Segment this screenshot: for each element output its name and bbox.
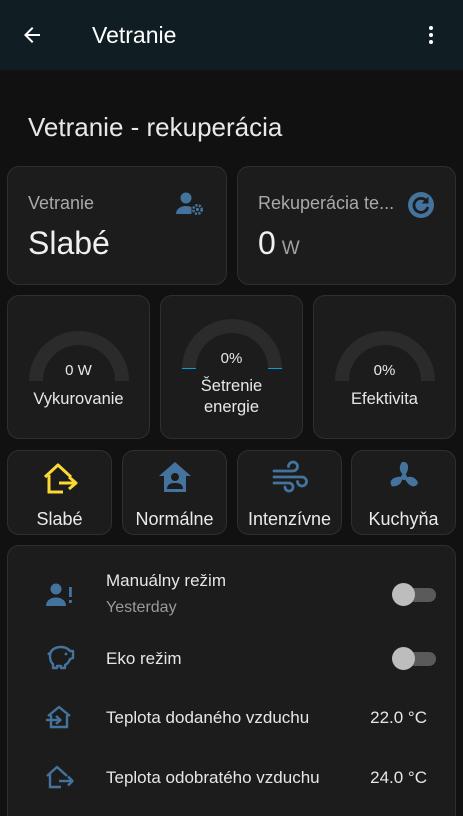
home-import-icon: [46, 705, 71, 729]
more-menu-button[interactable]: [416, 19, 446, 51]
arrow-left-icon: [24, 27, 40, 43]
supply-air-value: 22.0 °C: [370, 708, 427, 727]
eco-mode-name: Eko režim: [106, 649, 182, 668]
gauge-name-efficiency: Efektivita: [351, 390, 418, 408]
manual-mode-last-changed: Yesterday: [106, 599, 177, 616]
home-export-icon: [46, 765, 74, 789]
back-button[interactable]: [16, 19, 48, 51]
exhaust-air-value: 24.0 °C: [370, 768, 427, 787]
section-title: Vetranie - rekuperácia: [28, 112, 283, 142]
recovery-value: 0W: [258, 225, 300, 262]
gauge-card-heating[interactable]: 0 W Vykurovanie: [7, 295, 150, 439]
mode-label-kitchen: Kuchyňa: [368, 509, 439, 529]
mode-button-kitchen[interactable]: Kuchyňa: [351, 450, 456, 535]
gauge-value-efficiency: 0%: [373, 362, 396, 379]
account-cog-icon: [176, 192, 203, 215]
mode-label-normal: Normálne: [135, 509, 214, 529]
mode-label-weak: Slabé: [36, 509, 83, 529]
home-export-icon: [43, 463, 77, 494]
supply-air-row-icon: [44, 701, 76, 733]
ventilation-tile[interactable]: Vetranie Slabé: [7, 166, 227, 285]
gauge-name-saving: Šetrenie energie: [200, 377, 263, 416]
mode-button-normal[interactable]: Normálne: [122, 450, 227, 535]
manual-mode-toggle[interactable]: [392, 583, 438, 606]
manual-mode-name: Manuálny režim: [106, 571, 226, 590]
fan-icon: [390, 461, 418, 487]
recovery-label: Rekuperácia te...: [258, 193, 395, 213]
gauge-card-efficiency[interactable]: 0% Efektivita: [313, 295, 456, 439]
recovery-unit: W: [281, 238, 300, 259]
gauge-value-saving: 0%: [220, 350, 243, 367]
app-header: Vetranie: [0, 0, 463, 70]
mode-button-intense[interactable]: Intenzívne: [237, 450, 342, 535]
gauge-card-saving[interactable]: 0% Šetrenie energie: [160, 295, 303, 439]
home-account-icon: [158, 462, 191, 492]
ventilation-label: Vetranie: [28, 193, 95, 213]
gauge-value-heating: 0 W: [65, 362, 92, 379]
exhaust-air-row-icon: [44, 761, 76, 793]
exhaust-air-name: Teplota odobratého vzduchu: [106, 768, 320, 787]
dots-vertical-icon: [429, 26, 433, 44]
page-title: Vetranie: [92, 22, 177, 48]
eco-mode-toggle[interactable]: [392, 647, 438, 670]
eco-mode-row-icon: [44, 641, 76, 673]
recovery-number: 0: [258, 225, 276, 261]
recovery-tile[interactable]: Rekuperácia te... 0W: [237, 166, 456, 285]
piggy-bank-icon: [47, 645, 75, 670]
mode-button-weak[interactable]: Slabé: [7, 450, 112, 535]
supply-air-name: Teplota dodaného vzduchu: [106, 708, 310, 727]
entities-card: Manuálny režim Yesterday Eko režim Teplo…: [7, 545, 456, 816]
mode-label-intense: Intenzívne: [247, 509, 332, 529]
manual-mode-row-icon: [44, 579, 76, 611]
gauge-name-heating: Vykurovanie: [33, 390, 124, 408]
weather-windy-icon: [272, 460, 308, 493]
ventilation-value: Slabé: [28, 225, 110, 261]
account-alert-icon: [46, 583, 72, 606]
refresh-circle-icon: [408, 192, 434, 218]
